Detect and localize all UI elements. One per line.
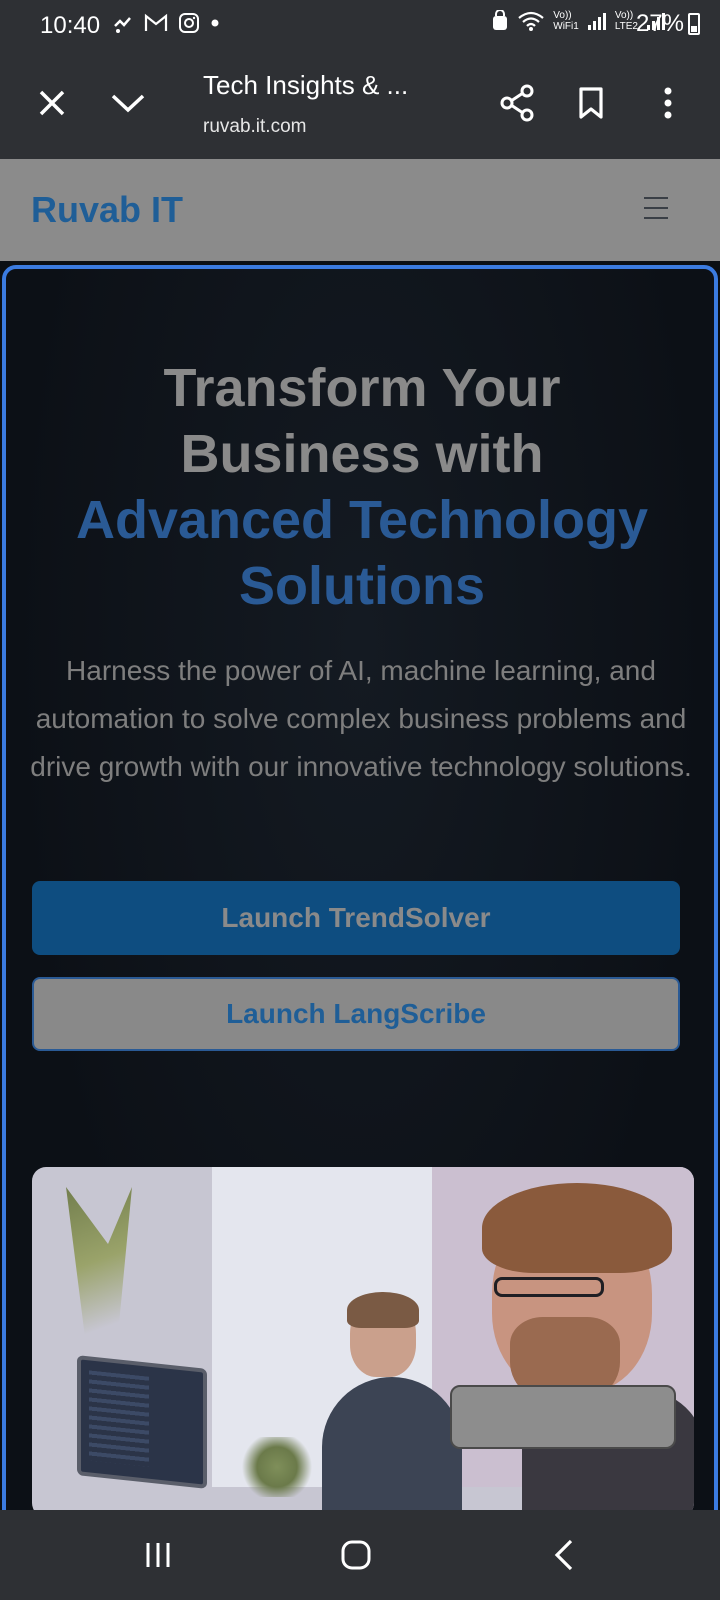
- signal-icon: [587, 13, 606, 30]
- battery-percent: 27%: [635, 10, 684, 37]
- recent-apps-icon[interactable]: [128, 1528, 188, 1582]
- launch-trendsolver-button[interactable]: Launch TrendSolver: [32, 881, 680, 955]
- more-icon[interactable]: [644, 79, 692, 127]
- dot-icon: [211, 19, 219, 27]
- launch-langscribe-button[interactable]: Launch LangScribe: [32, 977, 680, 1051]
- system-nav-bar: [0, 1510, 720, 1600]
- browser-toolbar: Tech Insights & ... ruvab.it.com: [0, 52, 720, 159]
- hero-title-line: Transform Your: [163, 358, 561, 418]
- status-bar: 10:40 Vo)) WiFi1 Vo)) LTE2 27%: [0, 0, 720, 52]
- home-icon[interactable]: [326, 1528, 386, 1582]
- site-header: Ruvab IT: [0, 159, 720, 261]
- page-url[interactable]: ruvab.it.com: [203, 116, 306, 138]
- web-page: Ruvab IT Transform Your Business with Ad…: [0, 159, 720, 1510]
- status-time: 10:40: [40, 12, 101, 39]
- close-icon[interactable]: [28, 79, 76, 127]
- hero-image: [32, 1167, 694, 1510]
- hero-description: Harness the power of AI, machine learnin…: [30, 655, 692, 782]
- security-icon: [493, 10, 508, 30]
- hamburger-icon[interactable]: [644, 197, 668, 219]
- vowifi-label: Vo)) WiFi1: [553, 10, 579, 32]
- volte-label: Vo)) LTE2: [614, 10, 638, 32]
- hero-title: Transform Your Business with Advanced Te…: [6, 355, 718, 619]
- share-icon[interactable]: [493, 79, 541, 127]
- site-brand[interactable]: Ruvab IT: [31, 189, 183, 231]
- hero-title-line: Business with: [180, 424, 544, 484]
- hero-section: Transform Your Business with Advanced Te…: [2, 265, 718, 1510]
- gmail-icon: [144, 13, 168, 31]
- wifi-icon: [518, 11, 544, 31]
- back-icon[interactable]: [534, 1528, 594, 1582]
- floating-overlay[interactable]: [450, 1385, 676, 1449]
- hero-title-highlight: Solutions: [239, 556, 485, 616]
- battery-indicator: 27%: [636, 10, 700, 38]
- collapse-icon[interactable]: [104, 79, 152, 127]
- missed-call-icon: [114, 17, 131, 33]
- instagram-icon: [179, 13, 199, 33]
- status-left-icons: [112, 12, 220, 34]
- bookmark-icon[interactable]: [567, 79, 615, 127]
- battery-icon: [688, 13, 700, 35]
- page-title: Tech Insights & ...: [203, 70, 409, 100]
- hero-title-highlight: Advanced Technology: [75, 490, 649, 550]
